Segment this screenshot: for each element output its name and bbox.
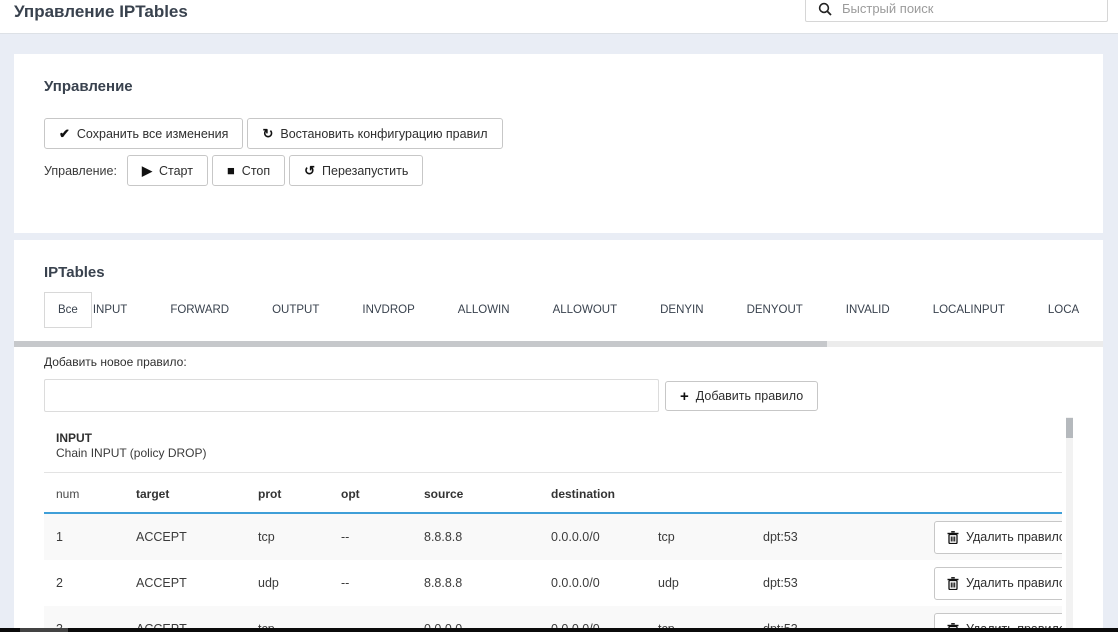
bottom-scrollbar[interactable] [0,628,1118,632]
col-target: target [136,487,258,501]
tab-output[interactable]: OUTPUT [272,304,319,316]
cell-extra-opt: dpt:53 [763,530,922,544]
cell-extra-prot: tcp [658,530,763,544]
table-header-row: num target prot opt source destination [44,477,1062,511]
cell-target: ACCEPT [136,576,258,590]
tab-allowin[interactable]: ALLOWIN [458,304,510,316]
bottom-scrollbar-thumb[interactable] [20,628,68,632]
table-row: 2 ACCEPT udp -- 8.8.8.8 0.0.0.0/0 udp dp… [44,560,1062,606]
col-destination: destination [551,487,658,501]
table-separator [44,472,1062,473]
plus-icon: + [680,389,689,404]
search-icon [818,2,832,16]
tabs-horizontal-scrollbar[interactable] [14,341,1103,347]
delete-rule-button[interactable]: Удалить правило [934,521,1062,554]
col-num: num [56,487,136,501]
chain-name: INPUT [56,431,92,445]
cell-opt: -- [341,530,424,544]
tab-localinput[interactable]: LOCALINPUT [933,304,1005,316]
tab-allowout[interactable]: ALLOWOUT [553,304,618,316]
add-rule-input[interactable] [44,379,659,412]
restart-label: Перезапустить [322,164,408,178]
iptables-heading: IPTables [44,264,105,281]
cell-destination: 0.0.0.0/0 [551,530,658,544]
trash-icon [947,531,959,544]
control-label: Управление: [44,164,117,178]
tabs-scrollbar-thumb[interactable] [14,341,827,347]
tab-localoutput-truncated[interactable]: LOCA [1048,304,1079,316]
cell-opt: -- [341,576,424,590]
cell-num: 1 [56,530,136,544]
save-all-button[interactable]: ✔ Сохранить все изменения [44,118,243,149]
tab-input[interactable]: INPUT [93,304,128,316]
restore-config-label: Востановить конфигурацию правил [280,127,487,141]
management-actions: ✔ Сохранить все изменения ↻ Востановить … [44,118,503,149]
management-panel: Управление ✔ Сохранить все изменения ↻ В… [14,54,1103,233]
col-opt: opt [341,487,424,501]
col-prot: prot [258,487,341,501]
cell-extra-prot: udp [658,576,763,590]
service-controls: Управление: ▶ Старт ■ Стоп ↺ Перезапусти… [44,155,423,186]
refresh-icon: ↻ [262,127,273,140]
tab-denyout[interactable]: DENYOUT [747,304,803,316]
stop-label: Стоп [242,164,270,178]
cell-target: ACCEPT [136,530,258,544]
cell-destination: 0.0.0.0/0 [551,576,658,590]
cell-source: 8.8.8.8 [424,576,551,590]
tab-forward[interactable]: FORWARD [170,304,229,316]
cell-prot: tcp [258,530,341,544]
delete-rule-label: Удалить правило [966,530,1062,544]
col-source: source [424,487,551,501]
add-rule-label: Добавить новое правило: [44,355,187,369]
tab-denyin[interactable]: DENYIN [660,304,703,316]
page-title: Управление IPTables [14,2,188,22]
cell-num: 2 [56,576,136,590]
table-vertical-scrollbar[interactable] [1066,417,1073,632]
stop-icon: ■ [227,164,235,177]
vertical-scrollbar-thumb[interactable] [1066,418,1073,438]
tab-invalid[interactable]: INVALID [846,304,890,316]
add-rule-button-label: Добавить правило [696,389,803,403]
tab-all[interactable]: Все [44,292,92,328]
play-icon: ▶ [142,164,152,177]
restore-config-button[interactable]: ↻ Востановить конфигурацию правил [247,118,502,149]
chain-policy-info: Chain INPUT (policy DROP) [56,446,206,460]
delete-rule-button[interactable]: Удалить правило [934,567,1062,600]
search-input[interactable] [842,1,1097,16]
cell-prot: udp [258,576,341,590]
top-header: Управление IPTables [0,0,1118,34]
cell-extra-opt: dpt:53 [763,576,922,590]
delete-rule-label: Удалить правило [966,576,1062,590]
restart-button[interactable]: ↺ Перезапустить [289,155,423,186]
start-label: Старт [159,164,193,178]
quick-search[interactable] [805,0,1108,22]
check-icon: ✔ [59,127,70,140]
save-all-label: Сохранить все изменения [77,127,229,141]
management-heading: Управление [44,78,133,95]
iptables-panel: IPTables Все INPUT FORWARD OUTPUT INVDRO… [14,240,1103,632]
start-button[interactable]: ▶ Старт [127,155,208,186]
restart-icon: ↺ [304,164,315,177]
rules-table-body: 1 ACCEPT tcp -- 8.8.8.8 0.0.0.0/0 tcp dp… [44,514,1062,632]
add-rule-button[interactable]: + Добавить правило [665,381,818,411]
stop-button[interactable]: ■ Стоп [212,155,285,186]
trash-icon [947,577,959,590]
table-row: 1 ACCEPT tcp -- 8.8.8.8 0.0.0.0/0 tcp dp… [44,514,1062,560]
tab-invdrop[interactable]: INVDROP [362,304,414,316]
chain-tabs: Все INPUT FORWARD OUTPUT INVDROP ALLOWIN… [44,290,1103,330]
cell-source: 8.8.8.8 [424,530,551,544]
